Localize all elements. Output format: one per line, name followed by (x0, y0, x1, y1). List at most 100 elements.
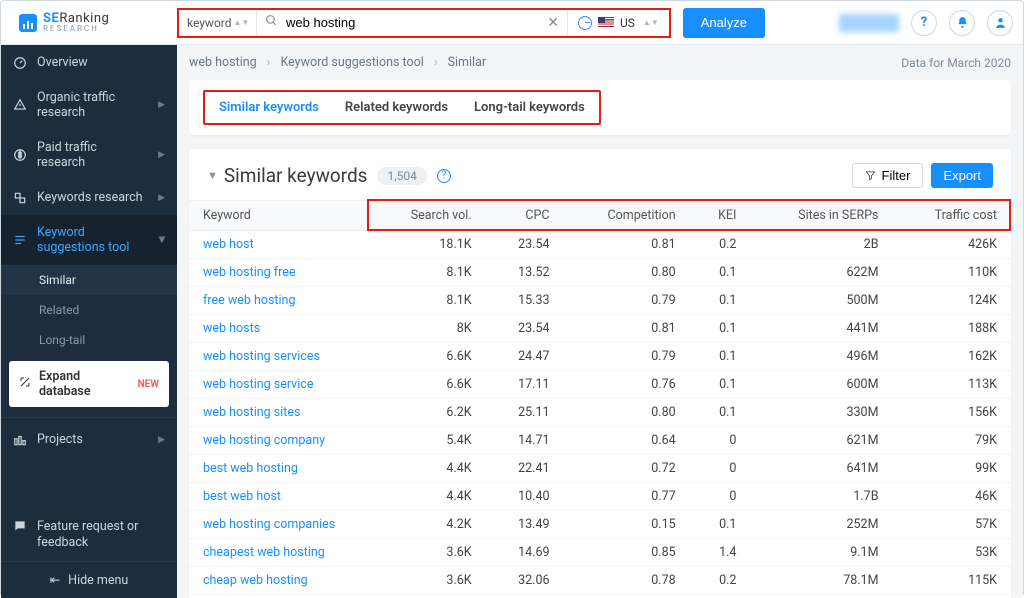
topbar-right: ? (839, 10, 1013, 36)
google-icon (578, 16, 592, 30)
col-kei[interactable]: KEI (690, 201, 751, 231)
table-row[interactable]: web hosting companies4.2K13.490.150.1252… (189, 511, 1011, 539)
keyword-link[interactable]: cheap web hosting (203, 573, 308, 588)
breadcrumb-keyword[interactable]: web hosting (189, 55, 257, 70)
table-row[interactable]: google web hosting2.4K26.250.510548M63K (189, 595, 1011, 598)
nav-paid[interactable]: $ Paid traffic research ▶ (1, 130, 177, 180)
table-row[interactable]: best web hosting4.4K22.410.720641M99K (189, 455, 1011, 483)
funnel-icon (865, 170, 876, 181)
keyword-link[interactable]: best web host (203, 489, 281, 504)
breadcrumb-tool[interactable]: Keyword suggestions tool (280, 55, 423, 70)
keyword-link[interactable]: web hosting free (203, 265, 295, 280)
col-cpc[interactable]: CPC (486, 201, 564, 231)
keyword-link[interactable]: cheapest web hosting (203, 545, 325, 560)
filter-button[interactable]: Filter (852, 163, 924, 188)
collapse-icon: ⇤ (50, 572, 60, 588)
search-engine-select[interactable]: US ▲▼ (567, 10, 669, 36)
cell-tc: 162K (893, 343, 1012, 371)
col-keyword[interactable]: Keyword (189, 201, 369, 231)
cell-comp: 0.77 (564, 483, 690, 511)
keyword-link[interactable]: web hosting services (203, 349, 320, 364)
sidebar: Overview Organic traffic research ▶ $ Pa… (1, 45, 177, 598)
cell-kei: 1.4 (690, 539, 751, 567)
expand-database-button[interactable]: Expand database NEW (9, 361, 169, 407)
cell-vol: 8.1K (369, 259, 486, 287)
user-menu[interactable] (987, 10, 1013, 36)
tab-related[interactable]: Related keywords (345, 100, 448, 115)
table-row[interactable]: free web hosting8.1K15.330.790.1500M124K (189, 287, 1011, 315)
cell-cpc: 23.54 (486, 315, 564, 343)
subnav-related[interactable]: Related (1, 295, 177, 325)
cell-sites: 1.7B (750, 483, 892, 511)
keyword-link[interactable]: web hosting sites (203, 405, 300, 420)
cell-cpc: 13.52 (486, 259, 564, 287)
nav-keywords-research-label: Keywords research (37, 190, 143, 205)
table-row[interactable]: web hosting services6.6K24.470.790.1496M… (189, 343, 1011, 371)
cell-tc: 426K (893, 231, 1012, 259)
help-icon[interactable]: ? (437, 169, 451, 183)
export-button[interactable]: Export (931, 163, 993, 188)
chevron-right-icon: › (434, 55, 438, 70)
keyword-link[interactable]: web hosting company (203, 433, 325, 448)
clear-icon[interactable]: ✕ (547, 15, 559, 31)
keyword-link[interactable]: web hosts (203, 321, 260, 336)
search-scope-select[interactable]: keyword ▲▼ (179, 10, 257, 36)
col-search-vol[interactable]: Search vol. (369, 201, 486, 231)
tab-similar[interactable]: Similar keywords (219, 100, 319, 115)
cell-tc: 188K (893, 315, 1012, 343)
collapse-icon[interactable]: ▼ (207, 169, 218, 182)
cell-kei: 0 (690, 483, 751, 511)
table-row[interactable]: web host18.1K23.540.810.22B426K (189, 231, 1011, 259)
feature-request-label: Feature request or feedback (37, 519, 165, 552)
cell-comp: 0.76 (564, 371, 690, 399)
table-row[interactable]: web hosting service6.6K17.110.760.1600M1… (189, 371, 1011, 399)
col-competition[interactable]: Competition (564, 201, 690, 231)
table-row[interactable]: web hosting sites6.2K25.110.800.1330M156… (189, 399, 1011, 427)
keyword-link[interactable]: free web hosting (203, 293, 295, 308)
subnav-longtail[interactable]: Long-tail (1, 325, 177, 355)
keyword-link[interactable]: web host (203, 237, 254, 252)
nav-projects[interactable]: Projects ▶ (1, 422, 177, 457)
cell-tc: 53K (893, 539, 1012, 567)
nav-overview[interactable]: Overview (1, 45, 177, 80)
col-sites[interactable]: Sites in SERPs (750, 201, 892, 231)
us-flag-icon (598, 17, 614, 28)
help-button[interactable]: ? (911, 10, 937, 36)
cell-comp: 0.72 (564, 455, 690, 483)
cell-sites: 330M (750, 399, 892, 427)
table-row[interactable]: web hosting free8.1K13.520.800.1622M110K (189, 259, 1011, 287)
cell-tc: 113K (893, 371, 1012, 399)
logo[interactable]: SERanking RESEARCH (1, 12, 177, 33)
cell-comp: 0.15 (564, 511, 690, 539)
keyword-link[interactable]: best web hosting (203, 461, 298, 476)
hide-menu-button[interactable]: ⇤ Hide menu (1, 561, 177, 598)
nav-keyword-suggestions[interactable]: Keyword suggestions tool ▶ (1, 215, 177, 265)
cell-vol: 8K (369, 315, 486, 343)
search-input[interactable] (286, 15, 539, 30)
search-area: keyword ▲▼ ✕ US ▲▼ Analyze (177, 8, 839, 38)
chat-icon (13, 519, 27, 552)
table-row[interactable]: cheap web hosting3.6K32.060.780.278.1M11… (189, 567, 1011, 595)
feature-request-link[interactable]: Feature request or feedback (1, 509, 177, 562)
cell-kei: 0.1 (690, 399, 751, 427)
cell-comp: 0.80 (564, 399, 690, 427)
tab-longtail[interactable]: Long-tail keywords (474, 100, 585, 115)
cell-comp: 0.85 (564, 539, 690, 567)
notifications-button[interactable] (949, 10, 975, 36)
cell-tc: 46K (893, 483, 1012, 511)
table-row[interactable]: cheapest web hosting3.6K14.690.851.49.1M… (189, 539, 1011, 567)
nav-keywords-research[interactable]: Keywords research ▶ (1, 180, 177, 215)
col-traffic[interactable]: Traffic cost (893, 201, 1012, 231)
table-row[interactable]: best web host4.4K10.400.7701.7B46K (189, 483, 1011, 511)
cell-tc: 57K (893, 511, 1012, 539)
analyze-button[interactable]: Analyze (683, 8, 765, 38)
table-row[interactable]: web hosting company5.4K14.710.640621M79K (189, 427, 1011, 455)
nav-organic[interactable]: Organic traffic research ▶ (1, 80, 177, 130)
table-row[interactable]: web hosts8K23.540.810.1441M188K (189, 315, 1011, 343)
breadcrumb-current: Similar (448, 55, 487, 70)
subnav-similar[interactable]: Similar (1, 265, 177, 295)
cell-sites: 78.1M (750, 567, 892, 595)
keyword-link[interactable]: web hosting service (203, 377, 313, 392)
cell-comp: 0.78 (564, 567, 690, 595)
keyword-link[interactable]: web hosting companies (203, 517, 335, 532)
